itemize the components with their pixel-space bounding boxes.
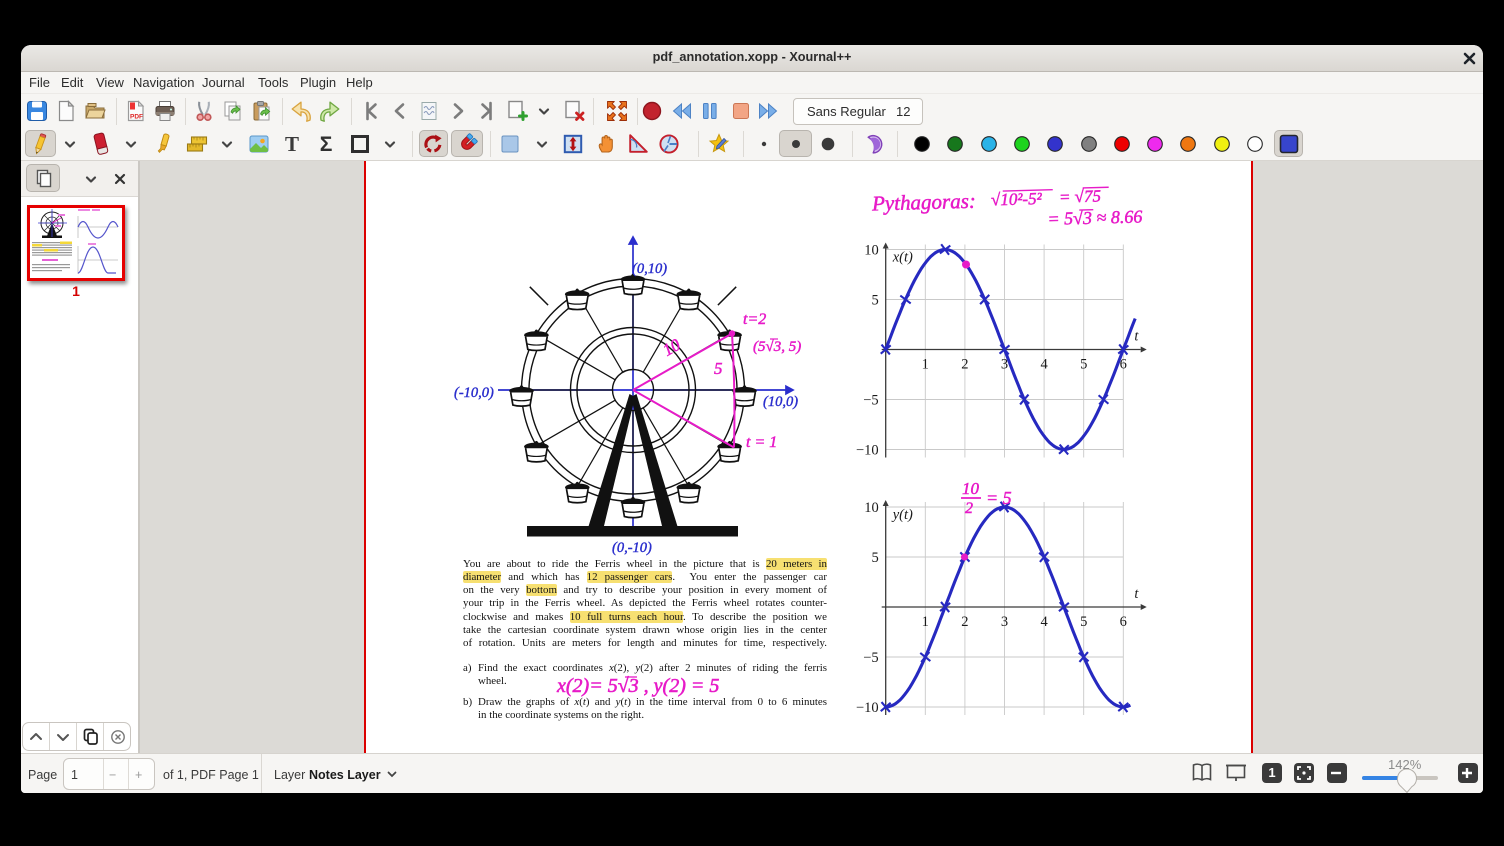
svg-text:(5√3, 5): (5√3, 5)	[753, 339, 801, 355]
svg-text:√10²-5²: √10²-5²	[991, 189, 1043, 209]
svg-text:6: 6	[1120, 614, 1127, 630]
svg-text:−10: −10	[856, 443, 879, 459]
svg-text:Σ: Σ	[319, 133, 332, 156]
svg-text:5: 5	[871, 293, 878, 309]
svg-text:5: 5	[714, 359, 723, 378]
svg-text:t=2: t=2	[743, 311, 766, 328]
svg-text:−10: −10	[856, 700, 879, 716]
svg-text:1: 1	[922, 357, 929, 373]
svg-text:5: 5	[871, 550, 878, 566]
svg-text:5: 5	[1080, 357, 1087, 373]
svg-text:T: T	[285, 132, 299, 156]
svg-text:3: 3	[1001, 614, 1008, 630]
svg-text:x(t): x(t)	[892, 250, 913, 266]
svg-text:t = 1: t = 1	[746, 434, 777, 451]
svg-text:(10,0): (10,0)	[763, 394, 798, 410]
svg-text:4: 4	[1040, 357, 1048, 373]
svg-text:PDF: PDF	[130, 114, 143, 121]
svg-text:−5: −5	[863, 393, 878, 409]
svg-text:2: 2	[961, 357, 968, 373]
svg-text:5: 5	[1080, 614, 1087, 630]
svg-text:y(t): y(t)	[891, 507, 913, 523]
svg-text:2: 2	[965, 500, 973, 517]
svg-text:t: t	[1134, 586, 1139, 602]
svg-text:2: 2	[961, 614, 968, 630]
svg-text:(-10,0): (-10,0)	[454, 385, 494, 401]
svg-text:(0,10): (0,10)	[632, 261, 667, 277]
svg-text:10: 10	[864, 243, 879, 259]
svg-text:= 5: = 5	[986, 488, 1012, 508]
svg-text:Pythagoras:: Pythagoras:	[871, 189, 976, 216]
svg-text:10: 10	[962, 479, 980, 498]
svg-text:= 5√3 ≈ 8.66: = 5√3 ≈ 8.66	[1047, 206, 1142, 228]
svg-text:4: 4	[1040, 614, 1048, 630]
svg-text:−5: −5	[863, 650, 878, 666]
svg-text:= √75: = √75	[1059, 186, 1102, 206]
svg-text:10: 10	[864, 500, 879, 516]
svg-text:t: t	[1134, 329, 1139, 345]
svg-text:(0,-10): (0,-10)	[612, 540, 652, 556]
svg-text:1: 1	[922, 614, 929, 630]
